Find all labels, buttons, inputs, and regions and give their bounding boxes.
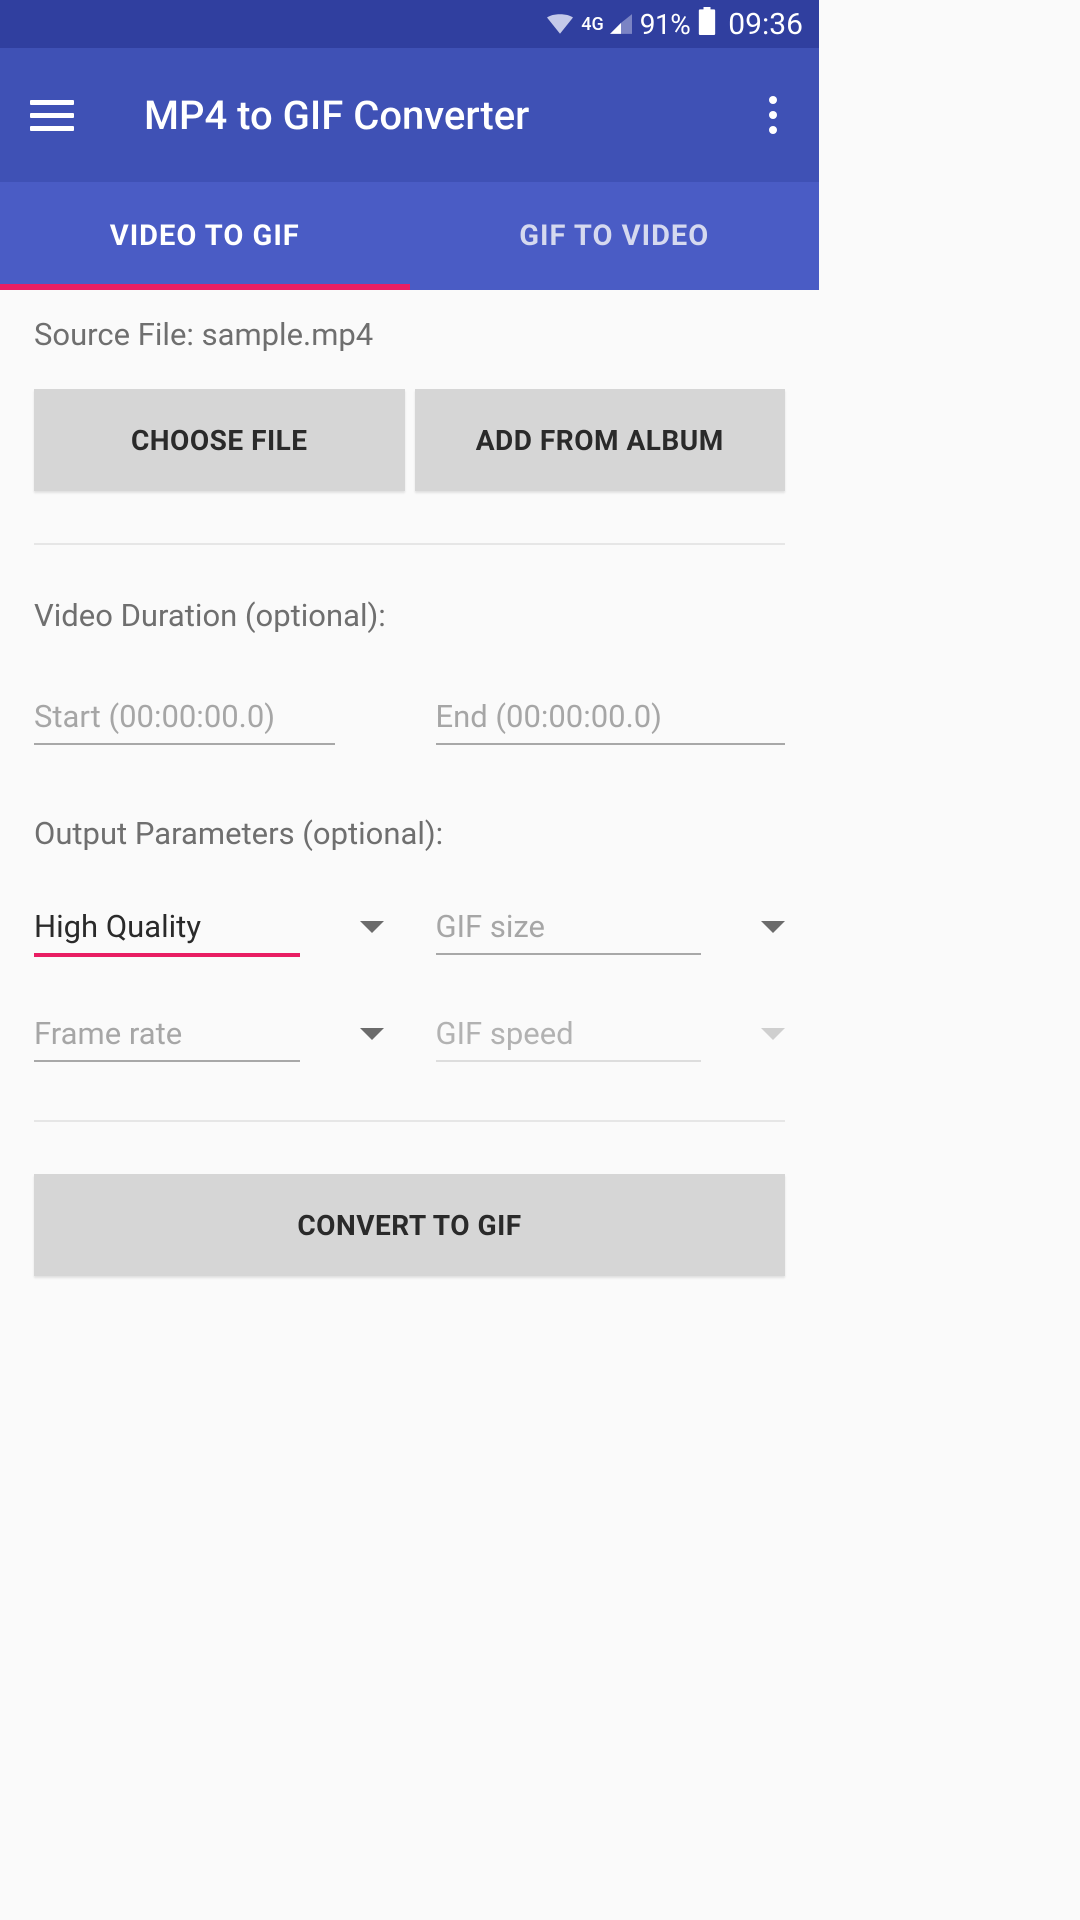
battery-percent: 91% (640, 8, 690, 41)
clock: 09:36 (728, 7, 803, 42)
chevron-down-icon (360, 1028, 384, 1040)
file-button-row: CHOOSE FILE ADD FROM ALBUM (34, 389, 785, 491)
menu-icon[interactable] (30, 93, 74, 137)
gif-size-placeholder: GIF size (436, 908, 545, 945)
output-row-2: Frame rate GIF speed (34, 1015, 785, 1062)
choose-file-button[interactable]: CHOOSE FILE (34, 389, 405, 491)
tab-video-to-gif[interactable]: VIDEO TO GIF (0, 182, 410, 290)
app-bar: MP4 to GIF Converter (0, 48, 819, 182)
gif-speed-dropdown[interactable]: GIF speed (436, 1015, 786, 1062)
start-input[interactable] (34, 690, 335, 745)
divider (34, 543, 785, 545)
convert-section: CONVERT TO GIF (34, 1174, 785, 1276)
battery-icon (698, 7, 716, 42)
frame-rate-placeholder: Frame rate (34, 1015, 182, 1052)
end-field-wrapper (436, 690, 786, 745)
duration-label: Video Duration (optional): (34, 597, 785, 634)
tab-gif-to-video[interactable]: GIF TO VIDEO (410, 182, 820, 290)
source-file-label: Source File: sample.mp4 (34, 316, 785, 353)
status-bar: 4G 91% 09:36 (0, 0, 819, 48)
gif-speed-placeholder: GIF speed (436, 1015, 574, 1052)
chevron-down-icon (761, 921, 785, 933)
page-title: MP4 to GIF Converter (144, 92, 751, 139)
quality-dropdown[interactable]: High Quality (34, 908, 384, 957)
gif-size-dropdown[interactable]: GIF size (436, 908, 786, 957)
chevron-down-icon (360, 921, 384, 933)
frame-rate-dropdown[interactable]: Frame rate (34, 1015, 384, 1062)
source-filename: sample.mp4 (202, 316, 374, 353)
network-type: 4G (581, 14, 604, 35)
chevron-down-icon (761, 1028, 785, 1040)
more-icon[interactable] (751, 93, 795, 137)
quality-value: High Quality (34, 908, 201, 945)
divider (34, 1120, 785, 1122)
output-label: Output Parameters (optional): (34, 815, 785, 852)
main-content: Source File: sample.mp4 CHOOSE FILE ADD … (0, 290, 819, 1302)
duration-inputs (34, 690, 785, 745)
add-from-album-button[interactable]: ADD FROM ALBUM (415, 389, 786, 491)
wifi-icon (547, 8, 573, 41)
output-row-1: High Quality GIF size (34, 908, 785, 957)
tabs: VIDEO TO GIF GIF TO VIDEO (0, 182, 819, 290)
start-field-wrapper (34, 690, 384, 745)
end-input[interactable] (436, 690, 786, 745)
signal-icon (610, 8, 632, 41)
convert-button[interactable]: CONVERT TO GIF (34, 1174, 785, 1276)
